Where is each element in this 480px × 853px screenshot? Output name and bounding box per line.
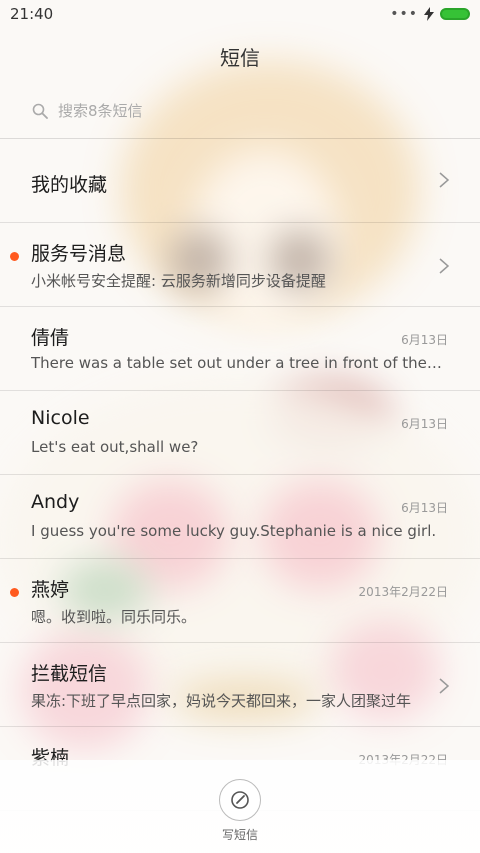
list-item-conversation[interactable]: Nicole 6月13日 Let's eat out,shall we? <box>0 391 480 475</box>
conversation-preview: Let's eat out,shall we? <box>31 438 199 456</box>
list-item-favorites[interactable]: 我的收藏 <box>0 139 480 223</box>
compose-button[interactable] <box>219 779 261 821</box>
conversation-name: 倩倩 <box>31 327 70 349</box>
conversation-name: 我的收藏 <box>31 174 108 196</box>
list-item-conversation[interactable]: 燕婷 2013年2月22日 嗯。收到啦。同乐同乐。 <box>0 559 480 643</box>
more-notifications-icon: ••• <box>390 6 418 22</box>
compose-label[interactable]: 写短信 <box>0 826 480 843</box>
unread-dot <box>10 252 19 261</box>
chevron-right-icon <box>439 172 450 188</box>
list-item-blocked-messages[interactable]: 拦截短信 果冻:下班了早点回家，妈说今天都回来，一家人团聚过年 <box>0 643 480 727</box>
chevron-right-icon <box>439 258 450 274</box>
chevron-right-icon <box>439 678 450 694</box>
search-placeholder[interactable]: 搜索8条短信 <box>58 100 143 121</box>
conversation-preview: 小米帐号安全提醒: 云服务新增同步设备提醒 <box>31 272 326 290</box>
status-time: 21:40 <box>10 5 54 23</box>
conversation-date: 6月13日 <box>401 417 448 431</box>
list-item-service-messages[interactable]: 服务号消息 小米帐号安全提醒: 云服务新增同步设备提醒 <box>0 223 480 307</box>
conversation-name: Andy <box>31 491 80 513</box>
conversation-name: Nicole <box>31 407 90 429</box>
conversation-name: 燕婷 <box>31 579 70 601</box>
compose-pen-icon <box>231 791 249 809</box>
status-bar: 21:40 ••• <box>0 0 480 28</box>
conversation-name: 拦截短信 <box>31 663 108 685</box>
charging-bolt-icon <box>424 7 434 21</box>
search-icon <box>32 103 48 119</box>
conversation-date: 6月13日 <box>401 501 448 515</box>
conversation-preview: I guess you're some lucky guy.Stephanie … <box>31 522 437 540</box>
list-item-conversation[interactable]: Andy 6月13日 I guess you're some lucky guy… <box>0 475 480 559</box>
conversation-preview: 果冻:下班了早点回家，妈说今天都回来，一家人团聚过年 <box>31 692 412 710</box>
status-icons: ••• <box>390 6 470 22</box>
page-title: 短信 <box>220 46 260 70</box>
conversation-list: 我的收藏 服务号消息 小米帐号安全提醒: 云服务新增同步设备提醒 倩倩 6月13… <box>0 139 480 811</box>
battery-icon <box>440 8 470 20</box>
list-item-conversation[interactable]: 倩倩 6月13日 There was a table set out under… <box>0 307 480 391</box>
unread-dot <box>10 588 19 597</box>
conversation-name: 服务号消息 <box>31 243 127 265</box>
conversation-date: 6月13日 <box>401 333 448 347</box>
conversation-preview: There was a table set out under a tree i… <box>31 354 446 372</box>
conversation-date: 2013年2月22日 <box>358 585 448 599</box>
conversation-preview: 嗯。收到啦。同乐同乐。 <box>31 608 197 626</box>
search-bar[interactable]: 搜索8条短信 <box>32 100 143 121</box>
